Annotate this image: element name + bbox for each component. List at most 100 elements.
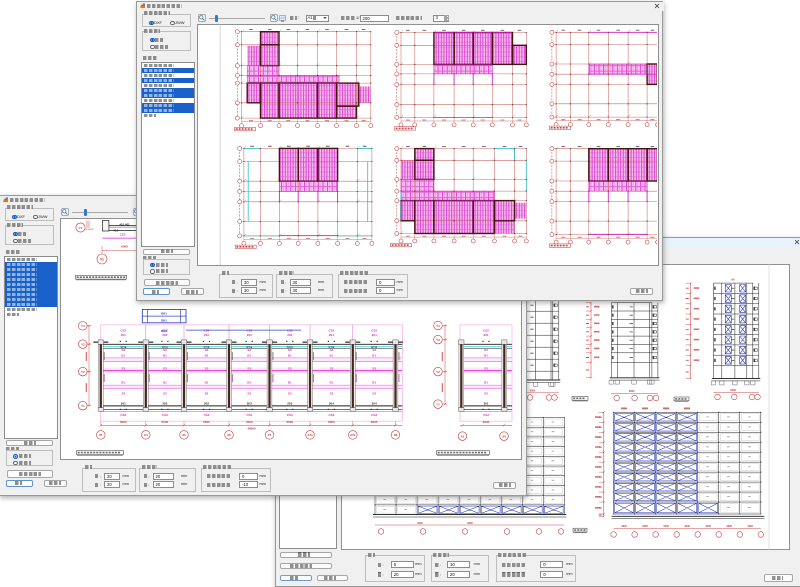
svg-text:202: 202 [162,402,167,406]
svg-text:S3: S3 [247,348,251,352]
svg-text:S3: S3 [372,366,376,370]
svg-text:DH1: DH1 [161,312,167,316]
svg-text:Y4: Y4 [436,324,440,328]
svg-text:X8: X8 [393,433,397,437]
svg-text:S3: S3 [372,348,376,352]
svg-text:S3: S3 [204,348,208,352]
svg-text:6000: 6000 [629,390,635,393]
svg-text:B1: B1 [162,353,166,357]
svg-text:X4: X4 [144,433,148,437]
svg-text:B1: B1 [329,380,333,384]
svg-text:CS3: CS3 [120,413,126,417]
svg-text:6000: 6000 [748,525,754,528]
svg-text:S3: S3 [247,391,251,395]
svg-text:203: 203 [246,402,251,406]
svg-text:S3: S3 [484,366,488,370]
svg-text:X1: X1 [460,434,464,438]
svg-text:6000: 6000 [706,525,712,528]
svg-text:CS3: CS3 [286,413,292,417]
svg-text:203: 203 [287,333,292,337]
svg-text:S3: S3 [287,366,291,370]
svg-text:Y2: Y2 [80,370,84,374]
svg-text:Y1: Y1 [436,402,440,406]
svg-text:X1: X1 [100,257,104,261]
svg-text:6000: 6000 [482,420,489,424]
svg-text:CS2: CS2 [120,328,126,332]
svg-text:X5: X5 [182,433,186,437]
svg-text:S3: S3 [247,366,251,370]
svg-text:X7: X7 [267,433,271,437]
svg-text:6000: 6000 [727,525,733,528]
svg-text:204: 204 [371,402,376,406]
svg-text:CS3: CS3 [328,413,334,417]
svg-text:S3: S3 [287,348,291,352]
svg-text:S3: S3 [372,391,376,395]
svg-text:B1: B1 [121,353,125,357]
svg-text:#10: #10 [113,228,118,232]
svg-text:X7b: X7b [350,433,356,437]
svg-text:S3: S3 [204,366,208,370]
svg-text:204: 204 [328,402,333,406]
svg-text:S3: S3 [204,391,208,395]
svg-text:S3: S3 [287,391,291,395]
svg-text:6500: 6500 [286,420,293,424]
svg-text:S3: S3 [484,391,488,395]
svg-text:6000: 6000 [467,522,473,525]
svg-text:S3: S3 [484,348,488,352]
svg-text:6A: 6A [731,278,734,282]
svg-text:6000: 6000 [417,522,423,525]
svg-text:6000: 6000 [119,420,126,424]
svg-text:301: 301 [483,333,488,337]
svg-text:B1: B1 [162,380,166,384]
svg-text:Y2: Y2 [436,370,440,374]
svg-text:6000: 6000 [664,525,670,528]
svg-text:S3: S3 [121,391,125,395]
svg-text:S3: S3 [121,348,125,352]
svg-text:B1: B1 [329,353,333,357]
svg-text:B1: B1 [484,380,488,384]
svg-text:204: 204 [328,333,333,337]
svg-text:6000: 6000 [370,420,377,424]
svg-text:204: 204 [371,333,376,337]
svg-text:301: 301 [483,402,488,406]
svg-text:6000: 6000 [730,389,736,392]
svg-text:6000: 6000 [121,244,128,248]
svg-text:46500: 46500 [247,427,256,431]
svg-text:6000: 6000 [530,390,536,393]
svg-text:S3: S3 [121,366,125,370]
svg-text:202: 202 [203,402,208,406]
svg-text:CS3: CS3 [203,413,209,417]
svg-text:202: 202 [162,333,167,337]
svg-text:Y3: Y3 [436,338,440,342]
svg-text:CS3: CS3 [119,233,125,237]
svg-text:CS3: CS3 [483,413,489,417]
svg-text:4500: 4500 [245,420,252,424]
svg-text:CS2: CS2 [328,328,334,332]
svg-text:CS2: CS2 [483,328,489,332]
svg-text:CS3: CS3 [161,413,167,417]
svg-text:B1: B1 [372,353,376,357]
svg-text:203: 203 [287,402,292,406]
svg-text:203: 203 [246,333,251,337]
svg-text:201: 201 [120,333,125,337]
svg-text:CS3: CS3 [246,413,252,417]
svg-text:Y3: Y3 [80,342,84,346]
svg-text:B1: B1 [484,353,488,357]
svg-text:CS2: CS2 [371,328,377,332]
svg-text:S3: S3 [163,391,167,395]
svg-text:202: 202 [203,333,208,337]
svg-text:S3: S3 [329,348,333,352]
svg-text:6000: 6000 [685,525,691,528]
svg-text:Y1: Y1 [78,226,82,230]
svg-text:S3: S3 [163,366,167,370]
svg-text:6500: 6500 [203,420,210,424]
svg-text:B1: B1 [121,380,125,384]
svg-text:S3: S3 [163,348,167,352]
svg-text:B1: B1 [372,380,376,384]
svg-text:DH1: DH1 [161,329,167,333]
svg-text:B1: B1 [287,353,291,357]
svg-text:B1: B1 [204,380,208,384]
svg-text:B1: B1 [247,380,251,384]
svg-text:B1: B1 [204,353,208,357]
svg-text:6000: 6000 [621,525,627,528]
